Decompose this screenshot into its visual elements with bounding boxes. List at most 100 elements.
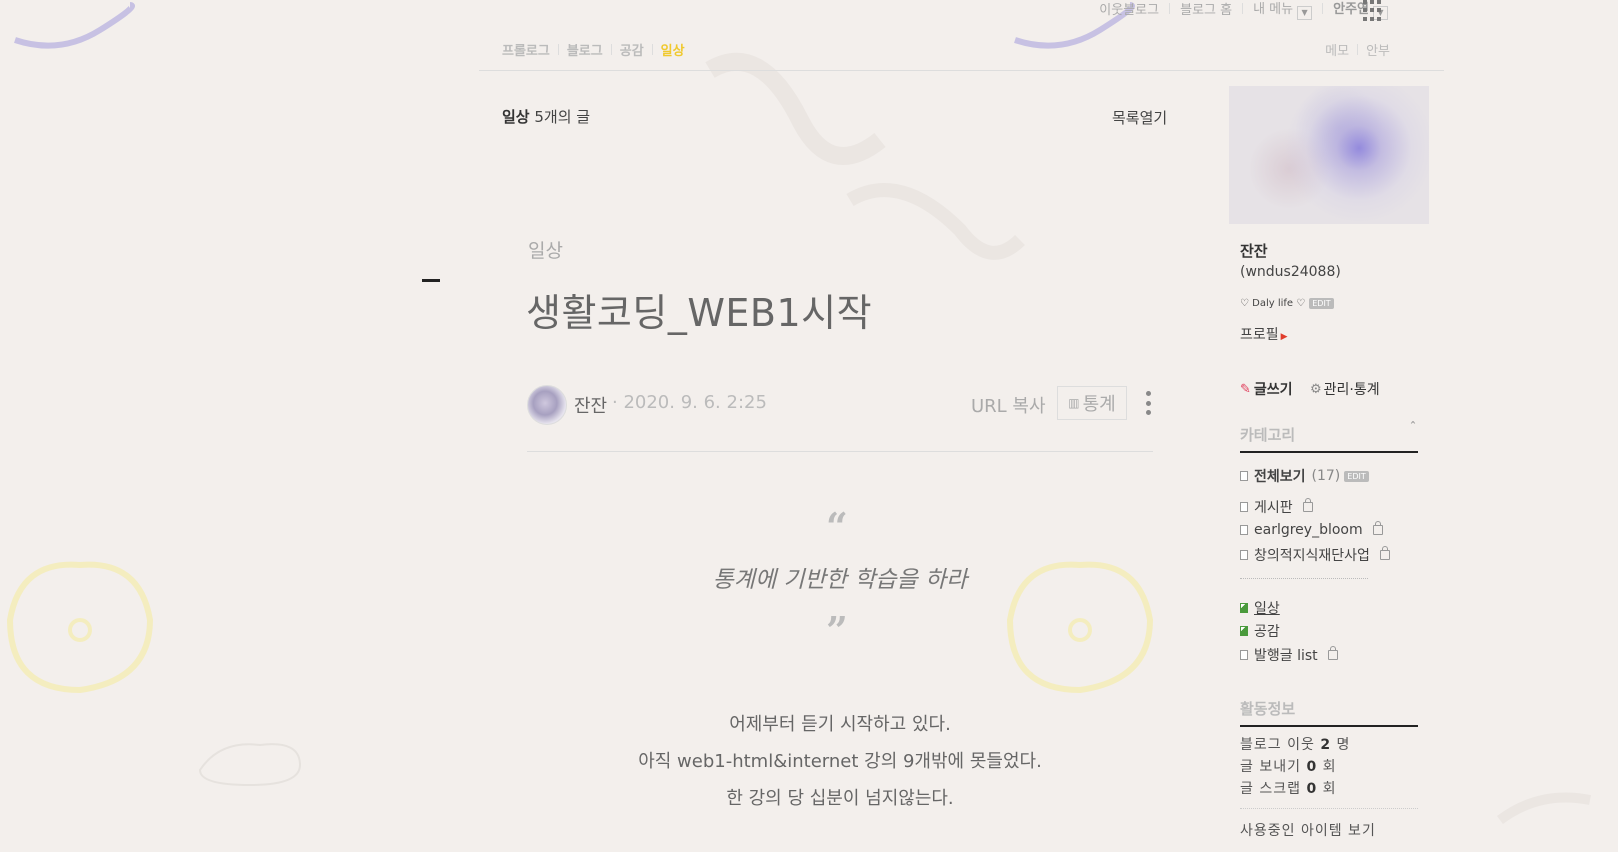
sent-unit: 회 xyxy=(1322,759,1337,775)
post-count: 일상 5개의 글 xyxy=(502,106,590,127)
my-menu-dropdown[interactable]: 내 메뉴 ▼ xyxy=(1243,0,1322,20)
collapse-handle[interactable] xyxy=(422,279,440,282)
neighbors-label: 블로그 이웃 xyxy=(1240,737,1315,753)
scrap-value: 0 xyxy=(1306,781,1318,797)
post-category[interactable]: 일상 xyxy=(528,236,563,263)
scrap-label: 글 스크랩 xyxy=(1240,781,1301,797)
body-paragraph: 한 강의 당 십분이 넘지않는다. xyxy=(726,788,954,809)
post-date: · 2020. 9. 6. 2:25 xyxy=(612,392,767,413)
category-label: 게시판 xyxy=(1254,500,1293,516)
neighbors-unit: 명 xyxy=(1336,737,1351,753)
category-label: 공감 xyxy=(1254,624,1280,640)
memo-link[interactable]: 메모 xyxy=(1317,40,1357,59)
neighbor-blog-link[interactable]: 이웃블로그 xyxy=(1089,0,1169,18)
category-item-daily[interactable]: 일상 xyxy=(1240,598,1280,618)
write-post-button[interactable]: ✎ 글쓰기 xyxy=(1240,379,1293,399)
gear-icon: ⚙ xyxy=(1310,381,1322,397)
document-icon xyxy=(1240,650,1248,660)
author-avatar[interactable] xyxy=(527,385,567,425)
chevron-down-icon: ▼ xyxy=(1297,6,1313,20)
profile-edit-button[interactable]: EDIT xyxy=(1309,298,1334,309)
quote-close-mark: ” xyxy=(826,608,848,653)
post-quote: 통계에 기반한 학습을 하라 xyxy=(712,567,968,593)
neighbors-value: 2 xyxy=(1320,737,1332,753)
body-paragraph: 어제부터 듣기 시작하고 있다. xyxy=(729,714,951,735)
profile-id: (wndus24088) xyxy=(1240,264,1341,280)
chevron-up-icon[interactable]: ˆ xyxy=(1410,420,1416,434)
post-body: 어제부터 듣기 시작하고 있다. 아직 web1-html&internet 강… xyxy=(527,706,1153,817)
post-header-divider xyxy=(527,451,1153,452)
document-icon xyxy=(1240,502,1248,512)
profile-name: 잔잔 xyxy=(1240,242,1268,260)
category-divider xyxy=(1240,578,1368,579)
profile-image[interactable] xyxy=(1229,86,1429,224)
my-menu-label: 내 메뉴 xyxy=(1253,2,1294,17)
activity-neighbors[interactable]: 블로그 이웃 2 명 xyxy=(1240,734,1350,754)
bar-chart-icon: ▥ xyxy=(1068,396,1080,410)
category-label: earlgrey_bloom xyxy=(1254,522,1363,538)
category-all-count: (17) xyxy=(1311,468,1341,484)
post-title: 생활코딩_WEB1시작 xyxy=(526,291,873,335)
category-item-creative[interactable]: 창의적지식재단사업 xyxy=(1240,545,1390,565)
sent-value: 0 xyxy=(1306,759,1318,775)
activity-header: 활동정보 xyxy=(1240,698,1418,727)
more-options-icon[interactable] xyxy=(1145,391,1151,415)
body-paragraph: 아직 web1-html&internet 강의 9개밖에 못들었다. xyxy=(638,751,1042,772)
triangle-right-icon: ▶ xyxy=(1280,332,1288,342)
category-edit-button[interactable]: EDIT xyxy=(1344,470,1369,482)
guestbook-link[interactable]: 안부 xyxy=(1358,40,1398,59)
manage-stats-button[interactable]: ⚙ 관리·통계 xyxy=(1310,379,1380,399)
profile-link-label: 프로필 xyxy=(1240,327,1279,343)
profile-description: ♡ Daly life ♡ EDIT xyxy=(1240,298,1334,309)
category-item-earlgrey[interactable]: earlgrey_bloom xyxy=(1240,521,1383,538)
post-list-category: 일상 xyxy=(502,108,530,126)
open-list-button[interactable]: 목록열기 xyxy=(1112,107,1167,128)
category-item-sympathy[interactable]: 공감 xyxy=(1240,621,1280,641)
scrap-unit: 회 xyxy=(1322,781,1337,797)
lock-icon xyxy=(1372,521,1383,535)
category-label: 발행글 list xyxy=(1254,648,1318,664)
document-icon xyxy=(1240,525,1248,535)
category-header-label: 카테고리 xyxy=(1240,426,1296,444)
author-name[interactable]: 잔잔 xyxy=(574,392,607,418)
blog-home-link[interactable]: 블로그 홈 xyxy=(1170,0,1242,18)
menu-item-sympathy[interactable]: 공감 xyxy=(612,40,652,59)
document-icon xyxy=(1240,550,1248,560)
menu-item-prologue[interactable]: 프롤로그 xyxy=(502,40,558,59)
blog-menu: 프롤로그 블로그 공감 일상 xyxy=(502,40,693,59)
document-icon xyxy=(1240,471,1248,481)
activity-divider xyxy=(1240,808,1418,809)
menu-item-daily[interactable]: 일상 xyxy=(653,40,693,59)
category-item-board[interactable]: 게시판 xyxy=(1240,497,1313,517)
activity-scrap: 글 스크랩 0 회 xyxy=(1240,778,1337,798)
category-header[interactable]: 카테고리 ˆ xyxy=(1240,420,1418,453)
quote-open-mark: “ xyxy=(826,504,848,549)
stats-button[interactable]: ▥ 통계 xyxy=(1057,386,1127,420)
url-copy-button[interactable]: URL 복사 xyxy=(971,392,1046,418)
category-label: 창의적지식재단사업 xyxy=(1254,548,1370,564)
sent-label: 글 보내기 xyxy=(1240,759,1301,775)
pencil-icon: ✎ xyxy=(1240,381,1251,397)
post-count-text: 5개의 글 xyxy=(534,108,591,126)
lock-icon xyxy=(1379,546,1390,560)
category-label: 일상 xyxy=(1254,601,1280,617)
image-document-icon xyxy=(1240,603,1248,613)
activity-sent: 글 보내기 0 회 xyxy=(1240,756,1337,776)
lock-icon xyxy=(1302,498,1313,512)
lock-icon xyxy=(1327,646,1338,660)
stats-label: 통계 xyxy=(1082,394,1116,415)
image-document-icon xyxy=(1240,626,1248,636)
menu-item-blog[interactable]: 블로그 xyxy=(559,40,611,59)
category-all-label: 전체보기 xyxy=(1254,469,1306,485)
write-label: 글쓰기 xyxy=(1253,382,1293,398)
profile-desc-text: ♡ Daly life ♡ xyxy=(1240,298,1306,309)
category-item-all[interactable]: 전체보기 (17) EDIT xyxy=(1240,466,1369,486)
items-in-use-link[interactable]: 사용중인 아이템 보기 xyxy=(1240,820,1376,840)
menu-divider xyxy=(479,70,1444,71)
category-item-published[interactable]: 발행글 list xyxy=(1240,645,1338,665)
profile-link[interactable]: 프로필 ▶ xyxy=(1240,324,1288,344)
blog-menu-right: 메모 안부 xyxy=(1317,40,1398,59)
top-utility-bar: 이웃블로그 블로그 홈 내 메뉴 ▼ 안주연 ▼ xyxy=(1089,0,1398,20)
manage-label: 관리·통계 xyxy=(1323,382,1380,398)
app-grid-icon[interactable] xyxy=(1360,0,1388,25)
